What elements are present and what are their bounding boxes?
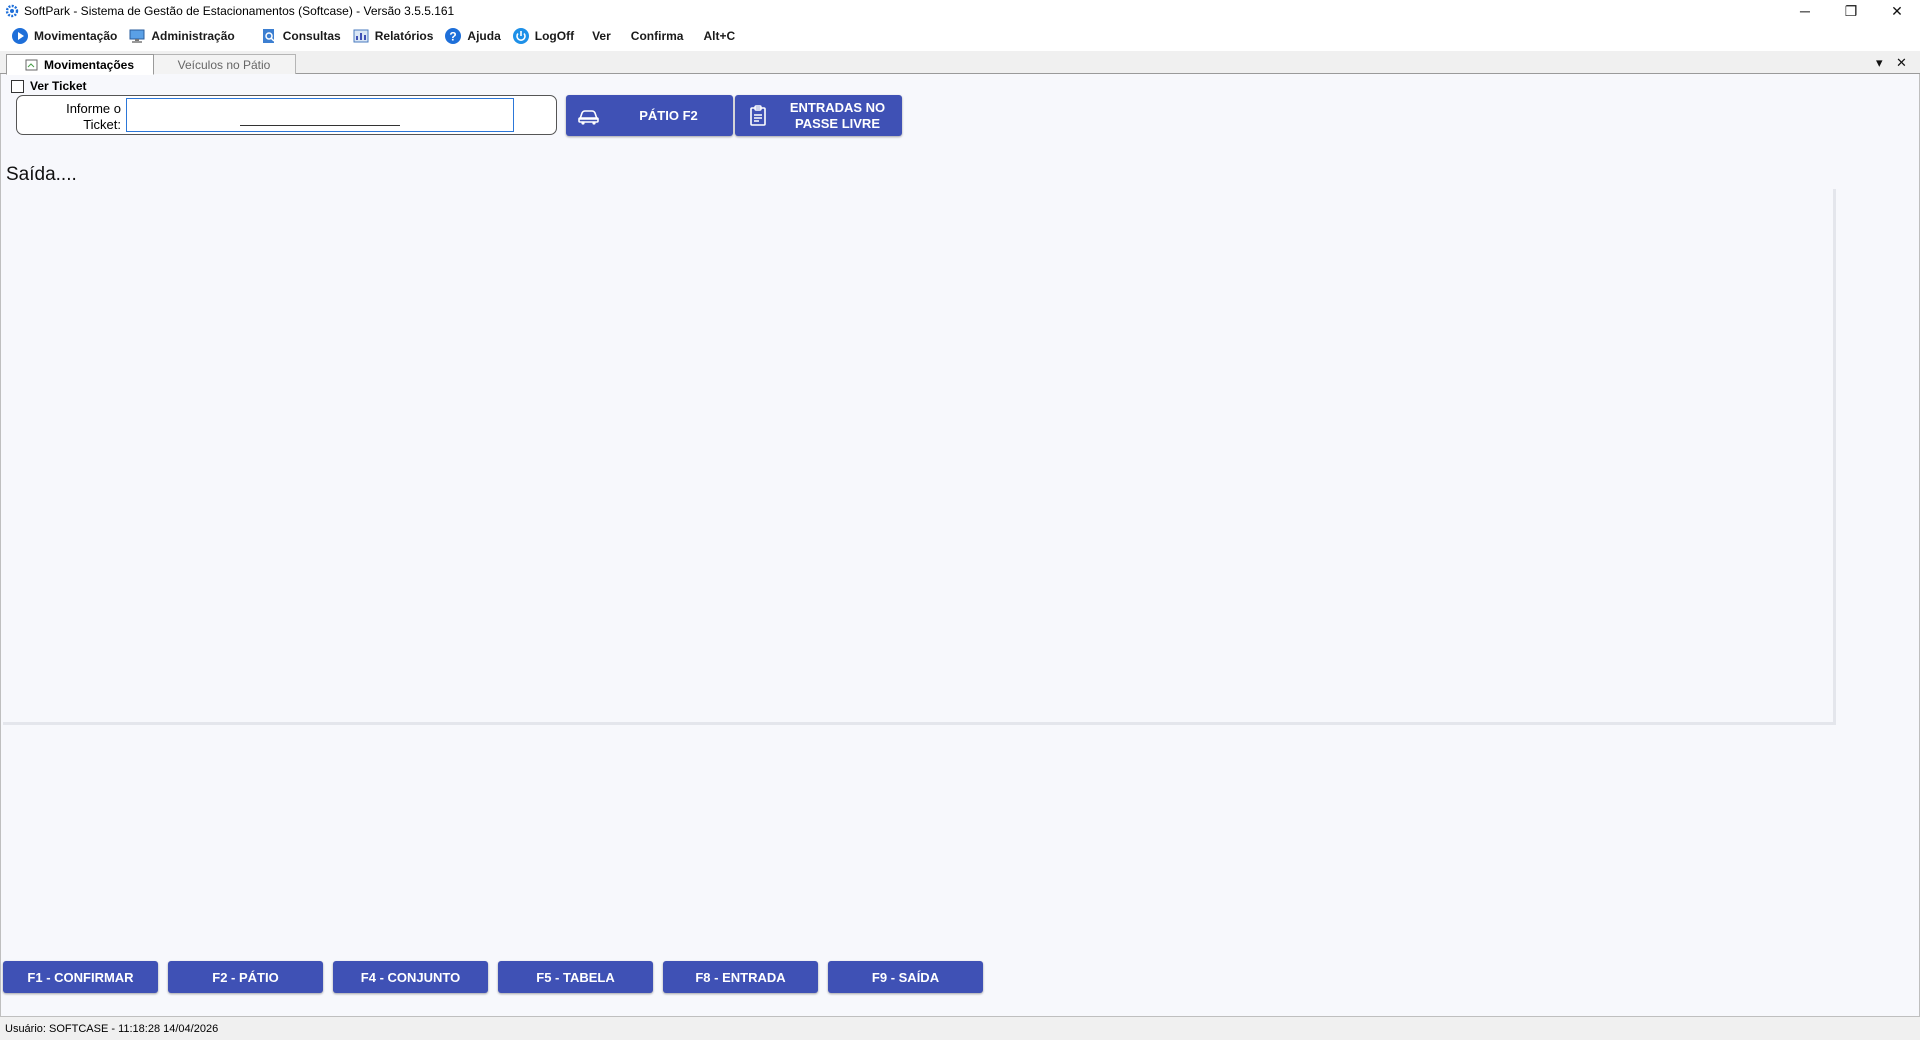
f8-entrada-button[interactable]: F8 - ENTRADA [663, 961, 818, 993]
close-window-button[interactable]: ✕ [1874, 0, 1920, 22]
f2-patio-button[interactable]: F2 - PÁTIO [168, 961, 323, 993]
status-bar: Usuário: SOFTCASE - 11:18:28 14/04/2026 [0, 1016, 1920, 1040]
tab-close-icon[interactable]: ✕ [1896, 55, 1907, 71]
menu-ver[interactable]: Ver [582, 24, 621, 48]
restore-button[interactable]: ❐ [1828, 0, 1874, 22]
entradas-passe-livre-label: ENTRADAS NO PASSE LIVRE [773, 100, 902, 132]
entradas-passe-livre-button[interactable]: ENTRADAS NO PASSE LIVRE [735, 95, 902, 136]
power-icon [511, 26, 531, 46]
svg-text:?: ? [450, 30, 457, 44]
help-icon: ? [443, 26, 463, 46]
tab-movimentacoes-label: Movimentações [44, 57, 135, 72]
window-controls: ─ ❐ ✕ [1782, 0, 1920, 22]
menu-consultas[interactable]: Consultas [257, 24, 349, 48]
report-icon [351, 26, 371, 46]
ticket-label-line1: Informe o [66, 101, 121, 116]
car-icon [574, 101, 604, 131]
softpark-gear-icon [4, 3, 20, 19]
title-bar: SoftPark - Sistema de Gestão de Estacion… [0, 0, 1920, 22]
menu-bar: Movimentação Administração Consultas Rel… [0, 23, 1920, 49]
patio-f2-label: PÁTIO F2 [639, 107, 698, 123]
clipboard-icon [743, 101, 773, 131]
ticket-label-line2: Ticket: [83, 117, 121, 132]
ticket-input[interactable] [126, 98, 514, 132]
f1-confirmar-button[interactable]: F1 - CONFIRMAR [3, 961, 158, 993]
tab-dropdown-icon[interactable]: ▾ [1876, 55, 1883, 71]
menu-administracao[interactable]: Administração [125, 24, 242, 48]
menu-confirma[interactable]: Confirma [621, 24, 694, 48]
tab-veiculos-label: Veículos no Pátio [177, 57, 271, 72]
monitor-icon [127, 26, 147, 46]
tab-strip: Movimentações Veículos no Pátio ▾ ✕ [0, 51, 1920, 75]
ver-ticket-checkbox-row[interactable]: Ver Ticket [11, 79, 86, 93]
window-title: SoftPark - Sistema de Gestão de Estacion… [24, 4, 455, 18]
entradas-label-line2: PASSE LIVRE [794, 115, 880, 131]
function-key-row: F1 - CONFIRMAR F2 - PÁTIO F4 - CONJUNTO … [3, 961, 993, 993]
f5-tabela-button[interactable]: F5 - TABELA [498, 961, 653, 993]
play-icon [10, 26, 30, 46]
ticket-input-underline [240, 125, 400, 126]
tab-veiculos-no-patio[interactable]: Veículos no Pátio [152, 54, 296, 74]
ver-ticket-checkbox[interactable] [11, 79, 24, 93]
tab-document-icon [25, 59, 39, 71]
f9-saida-button[interactable]: F9 - SAÍDA [828, 961, 983, 993]
patio-f2-button[interactable]: PÁTIO F2 [566, 95, 733, 136]
saida-label: Saída.... [6, 164, 77, 185]
menu-ajuda-label: Ajuda [467, 29, 501, 43]
tab-movimentacoes[interactable]: Movimentações [6, 54, 154, 75]
menu-movimentacao[interactable]: Movimentação [8, 24, 125, 48]
menu-administracao-label: Administração [151, 29, 235, 43]
entradas-label-line1: ENTRADAS NO [789, 99, 886, 115]
saida-content-panel [3, 189, 1836, 725]
menu-logoff-label: LogOff [534, 29, 575, 43]
ticket-label: Informe o Ticket: [39, 101, 121, 133]
menu-relatorios[interactable]: Relatórios [349, 24, 442, 48]
menu-logoff[interactable]: LogOff [509, 24, 582, 48]
menu-alt-c[interactable]: Alt+C [693, 24, 745, 48]
ver-ticket-label: Ver Ticket [30, 79, 87, 93]
menu-ajuda[interactable]: ? Ajuda [441, 24, 508, 48]
status-text: Usuário: SOFTCASE - 11:18:28 14/04/2026 [5, 1022, 219, 1035]
menu-relatorios-label: Relatórios [374, 29, 434, 43]
f4-conjunto-button[interactable]: F4 - CONJUNTO [333, 961, 488, 993]
menu-movimentacao-label: Movimentação [34, 29, 118, 43]
search-doc-icon [259, 26, 279, 46]
minimize-button[interactable]: ─ [1782, 0, 1828, 22]
ticket-group: Informe o Ticket: [16, 95, 557, 135]
menu-consultas-label: Consultas [282, 29, 341, 43]
main-panel: Ver Ticket Informe o Ticket: PÁTIO F2 EN… [0, 74, 1920, 1016]
